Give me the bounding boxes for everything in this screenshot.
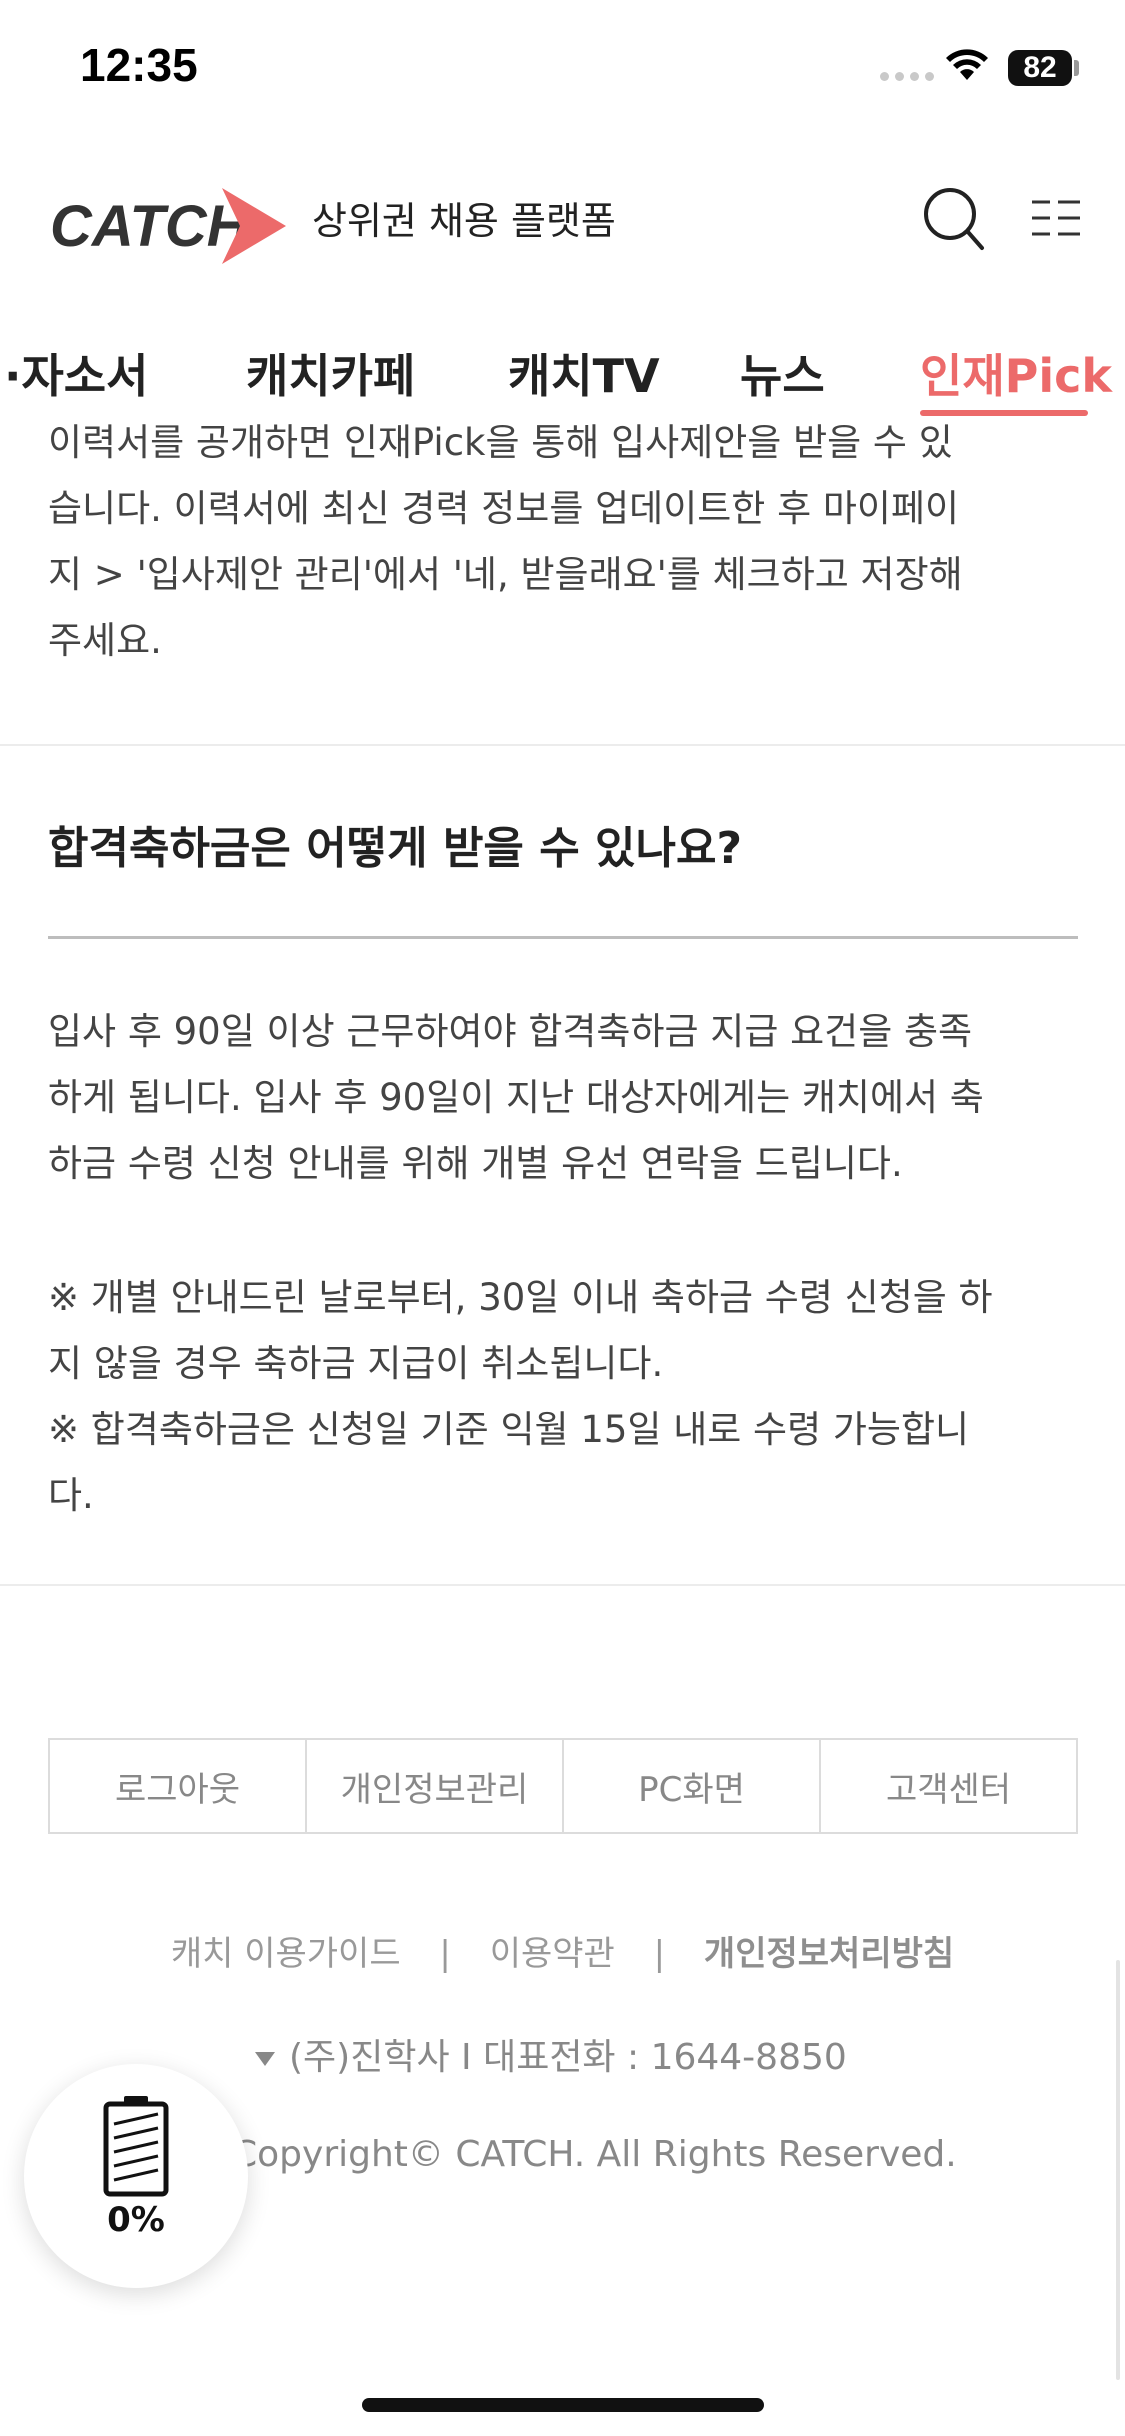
pc-view-button[interactable]: PC화면 bbox=[564, 1740, 821, 1832]
link-separator: | bbox=[653, 1934, 666, 1974]
footer-links: 캐치 이용가이드 | 이용약관 | 개인정보처리방침 bbox=[0, 1926, 1125, 1975]
scroll-indicator[interactable] bbox=[1116, 1960, 1120, 2380]
battery-level-icon: 82 bbox=[1008, 50, 1072, 86]
logo-text: CATCH bbox=[50, 194, 250, 259]
menu-icon[interactable] bbox=[1030, 196, 1082, 240]
copyright: Copyright© CATCH. All Rights Reserved. bbox=[232, 2134, 957, 2175]
answer-line: 습니다. 이력서에 최신 경력 정보를 업데이트한 후 마이페이 bbox=[48, 487, 960, 530]
tab-catch-tv[interactable]: 캐치TV bbox=[508, 340, 660, 406]
widget-percent: 0% bbox=[107, 2200, 165, 2240]
answer-line: 지 > '입사제안 관리'에서 '네, 받을래요'를 체크하고 저장해 bbox=[48, 553, 963, 596]
catch-logo[interactable]: CATCH bbox=[50, 174, 290, 274]
section-divider bbox=[0, 744, 1125, 746]
logout-button[interactable]: 로그아웃 bbox=[50, 1740, 307, 1832]
note-line: 지 않을 경우 축하금 지급이 취소됩니다. bbox=[48, 1342, 664, 1385]
customer-center-button[interactable]: 고객센터 bbox=[821, 1740, 1076, 1832]
status-bar: 12:35 82 bbox=[0, 0, 1125, 140]
usage-guide-link[interactable]: 캐치 이용가이드 bbox=[171, 1934, 401, 1974]
answer-line: 이력서를 공개하면 인재Pick을 통해 입사제안을 받을 수 있 bbox=[48, 421, 953, 464]
faq-answer: 입사 후 90일 이상 근무하여야 합격축하금 지급 요건을 충족 하게 됩니다… bbox=[48, 999, 1078, 1197]
battery-widget[interactable]: 0% bbox=[24, 2064, 248, 2288]
link-separator: | bbox=[439, 1934, 451, 1974]
triangle-down-icon bbox=[255, 2052, 275, 2066]
previous-answer: 이력서를 공개하면 인재Pick을 통해 입사제안을 받을 수 있 습니다. 이… bbox=[48, 421, 1078, 674]
header-subtitle: 상위권 채용 플랫폼 bbox=[312, 199, 616, 243]
faq-notes: ※ 개별 안내드린 날로부터, 30일 이내 축하금 수령 신청을 하 지 않을… bbox=[48, 1265, 1078, 1529]
terms-link[interactable]: 이용약관 bbox=[490, 1934, 615, 1974]
battery-icon bbox=[103, 2096, 169, 2197]
privacy-policy-link[interactable]: 개인정보처리방침 bbox=[704, 1934, 954, 1974]
tab-cover-letter[interactable]: ·자소서 bbox=[4, 340, 148, 406]
footer-buttons: 로그아웃 개인정보관리 PC화면 고객센터 bbox=[48, 1738, 1078, 1834]
note-line: ※ 합격축하금은 신청일 기준 익월 15일 내로 수령 가능합니 bbox=[48, 1408, 970, 1451]
home-indicator[interactable] bbox=[362, 2398, 764, 2412]
company-info[interactable]: (주)진학사 I 대표전화 : 1644-8850 bbox=[255, 2028, 847, 2080]
question-rule bbox=[48, 936, 1078, 939]
tab-catch-cafe[interactable]: 캐치카페 bbox=[246, 340, 415, 406]
search-icon[interactable] bbox=[920, 184, 986, 254]
app-header: CATCH 상위권 채용 플랫폼 bbox=[0, 160, 1125, 280]
privacy-settings-button[interactable]: 개인정보관리 bbox=[307, 1740, 564, 1832]
tab-talent-pick[interactable]: 인재Pick bbox=[920, 340, 1112, 406]
section-divider bbox=[0, 1584, 1125, 1586]
note-line: 다. bbox=[48, 1474, 94, 1517]
answer-line: 하금 수령 신청 안내를 위해 개별 유선 연락을 드립니다. bbox=[48, 1142, 903, 1185]
tab-news[interactable]: 뉴스 bbox=[740, 340, 825, 406]
wifi-icon bbox=[946, 49, 988, 80]
answer-line: 주세요. bbox=[48, 619, 162, 662]
company-text: (주)진학사 I 대표전화 : 1644-8850 bbox=[289, 2037, 847, 2078]
answer-line: 하게 됩니다. 입사 후 90일이 지난 대상자에게는 캐치에서 축 bbox=[48, 1076, 984, 1119]
battery-tip bbox=[1074, 60, 1079, 76]
status-time: 12:35 bbox=[80, 39, 198, 91]
answer-line: 입사 후 90일 이상 근무하여야 합격축하금 지급 요건을 충족 bbox=[48, 1010, 973, 1053]
note-line: ※ 개별 안내드린 날로부터, 30일 이내 축하금 수령 신청을 하 bbox=[48, 1276, 993, 1319]
signal-icon bbox=[880, 72, 934, 81]
faq-question[interactable]: 합격축하금은 어떻게 받을 수 있나요? bbox=[48, 812, 742, 876]
nav-tabs: ·자소서 캐치카페 캐치TV 뉴스 인재Pick bbox=[0, 330, 1125, 420]
